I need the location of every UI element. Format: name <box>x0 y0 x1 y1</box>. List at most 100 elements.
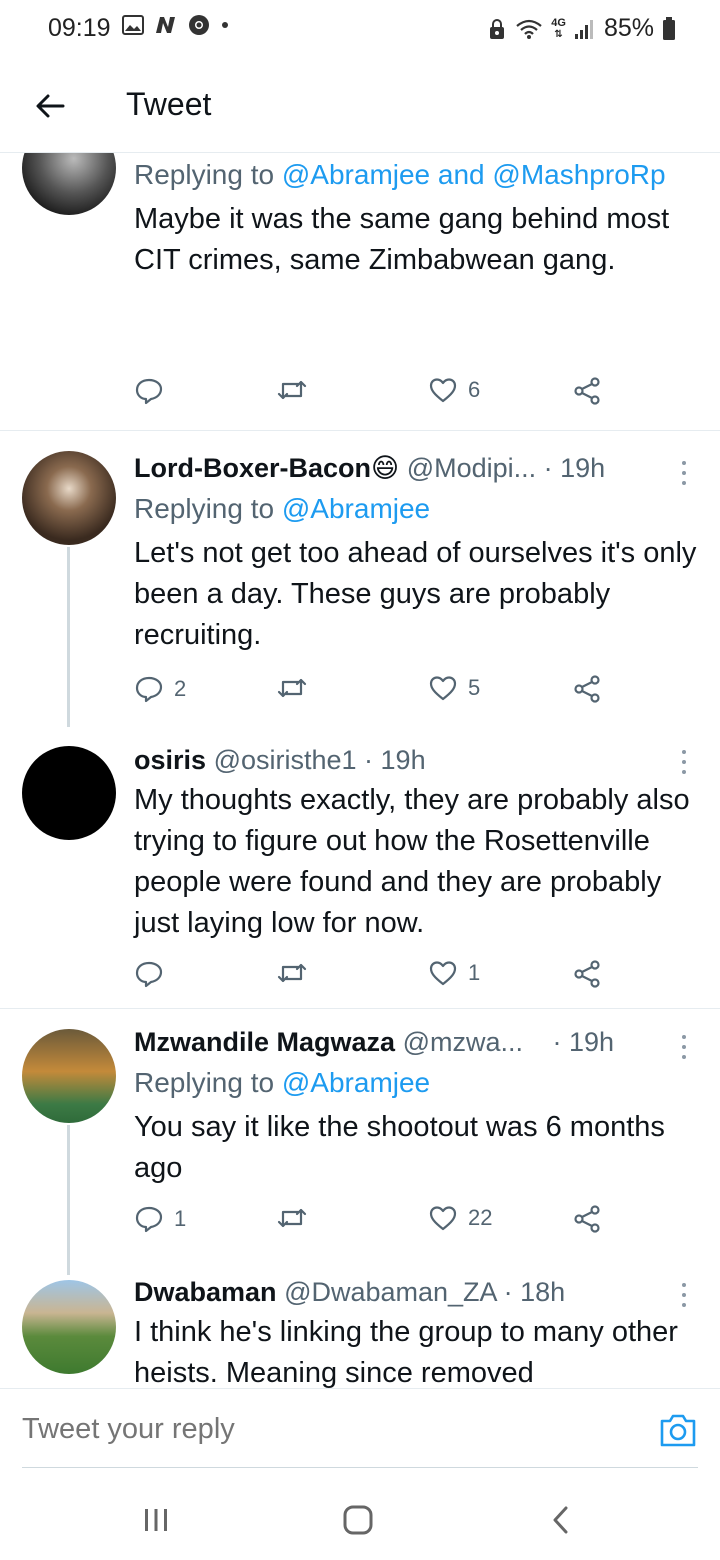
share-icon <box>574 960 600 988</box>
share-icon <box>574 1205 600 1233</box>
share-icon <box>574 675 600 703</box>
battery-icon <box>662 16 676 41</box>
tweet-item[interactable]: Lord-Boxer-Bacon😄 @Modipi... · 19h Reply… <box>0 431 720 727</box>
heart-icon <box>429 676 457 701</box>
lock-alarm-icon <box>487 18 507 40</box>
back-arrow-icon <box>36 94 65 118</box>
share-button[interactable] <box>572 376 602 406</box>
share-icon <box>574 377 600 405</box>
more-options-button[interactable] <box>674 1280 694 1310</box>
thread-line <box>67 1125 70 1275</box>
heart-icon <box>429 1206 457 1231</box>
tweet-item[interactable]: Mzwandile Magwaza @mzwa... · 19h Replyin… <box>0 1009 720 1275</box>
retweet-button[interactable] <box>276 1204 318 1232</box>
reply-icon <box>135 1206 163 1233</box>
input-underline <box>22 1467 698 1468</box>
status-bar: 09:19 4G ⇅ 85% <box>0 0 720 58</box>
tweet-meta: Dwabaman @Dwabaman_ZA · 18h <box>134 1272 700 1312</box>
more-options-button[interactable] <box>674 747 694 777</box>
reply-icon <box>135 378 163 405</box>
mention-link[interactable]: @Abramjee <box>282 1067 430 1098</box>
more-notifications-dot-icon <box>220 20 230 30</box>
like-button[interactable]: 1 <box>428 959 480 987</box>
tweet-actions: 2 5 <box>134 674 614 714</box>
replying-to: Replying to @Abramjee <box>134 493 431 524</box>
retweet-button[interactable] <box>276 674 318 702</box>
like-button[interactable]: 6 <box>428 376 480 404</box>
chevron-left-icon <box>553 1506 568 1534</box>
wifi-icon <box>515 18 543 40</box>
camera-button[interactable] <box>658 1411 698 1449</box>
author-handle[interactable]: @osiristhe1 <box>214 745 357 775</box>
home-button[interactable] <box>338 1500 378 1540</box>
emoji: 😄 <box>371 453 400 483</box>
tweet-item[interactable]: Replying to @Abramjee and @MashproRp May… <box>0 153 720 430</box>
reply-input[interactable] <box>22 1413 582 1446</box>
page-title: Tweet <box>126 86 212 122</box>
recent-apps-button[interactable] <box>136 1500 176 1540</box>
tweet-meta: Mzwandile Magwaza @mzwa... · 19h <box>134 1022 700 1062</box>
retweet-icon <box>277 963 307 983</box>
author-handle[interactable]: @Dwabaman_ZA <box>284 1277 496 1307</box>
author-name[interactable]: Dwabaman <box>134 1277 277 1307</box>
retweet-icon <box>277 1208 307 1228</box>
heart-icon <box>429 961 457 986</box>
tweet-item[interactable]: osiris @osiristhe1 · 19h My thoughts exa… <box>0 726 720 1009</box>
top-app-bar: Tweet <box>0 58 720 153</box>
back-button[interactable] <box>30 86 70 126</box>
tweet-text: You say it like the shootout was 6 month… <box>134 1111 665 1184</box>
like-count: 5 <box>468 675 481 700</box>
tweet-meta: Lord-Boxer-Bacon😄 @Modipi... · 19h <box>134 448 700 488</box>
retweet-button[interactable] <box>276 959 318 987</box>
like-count: 1 <box>468 960 481 985</box>
tweet-time: · 19h <box>543 453 606 483</box>
tweet-actions: 6 <box>134 376 614 416</box>
home-icon <box>343 1505 373 1535</box>
share-button[interactable] <box>572 674 602 704</box>
author-name[interactable]: osiris <box>134 745 206 775</box>
author-handle[interactable]: @Modipi... <box>407 453 536 483</box>
tweet-actions: 1 <box>134 959 614 999</box>
avatar[interactable] <box>22 1280 116 1374</box>
tweet-time: · 18h <box>503 1277 566 1307</box>
system-back-button[interactable] <box>540 1500 580 1540</box>
reply-button[interactable]: 1 <box>134 1204 186 1234</box>
tweet-time: · 19h <box>364 745 426 775</box>
system-nav-bar <box>0 1470 720 1560</box>
avatar[interactable] <box>22 746 116 840</box>
tweet-text: I think he's linking the group to many o… <box>134 1316 678 1388</box>
like-count: 6 <box>468 377 481 402</box>
like-button[interactable]: 22 <box>428 1204 492 1232</box>
reply-button[interactable] <box>134 959 174 989</box>
reply-button[interactable]: 2 <box>134 674 186 704</box>
more-options-button[interactable] <box>674 458 694 488</box>
avatar[interactable] <box>22 1029 116 1123</box>
status-notification-icons <box>122 14 230 36</box>
retweet-icon <box>277 380 307 400</box>
tweet-item[interactable]: Dwabaman @Dwabaman_ZA · 18h I think he's… <box>0 1272 720 1388</box>
avatar[interactable] <box>22 451 116 545</box>
status-system-icons: 4G ⇅ 85% <box>487 14 676 43</box>
author-handle[interactable]: @mzwa... <box>403 1027 523 1057</box>
recent-apps-icon <box>145 1509 167 1531</box>
share-button[interactable] <box>572 959 602 989</box>
more-options-button[interactable] <box>674 1032 694 1062</box>
reply-count: 2 <box>174 676 187 701</box>
replying-to: Replying to @Abramjee <box>134 1067 431 1098</box>
news-icon <box>154 15 178 35</box>
thread-line <box>67 547 70 727</box>
status-time: 09:19 <box>48 14 111 42</box>
share-button[interactable] <box>572 1204 602 1234</box>
tweet-meta: osiris @osiristhe1 · 19h <box>134 740 700 780</box>
avatar[interactable] <box>22 153 116 215</box>
author-name[interactable]: Mzwandile Magwaza <box>134 1027 395 1057</box>
reply-feed[interactable]: Replying to @Abramjee and @MashproRp May… <box>0 153 720 1388</box>
author-name[interactable]: Lord-Boxer-Bacon <box>134 453 371 483</box>
network-type: 4G <box>551 16 566 29</box>
retweet-button[interactable] <box>276 376 318 404</box>
battery-percent: 85% <box>603 14 654 42</box>
mention-link[interactable]: @Abramjee <box>282 493 430 524</box>
mention-link[interactable]: @Abramjee and @MashproRp <box>282 159 666 190</box>
reply-button[interactable] <box>134 376 174 406</box>
like-button[interactable]: 5 <box>428 674 480 702</box>
